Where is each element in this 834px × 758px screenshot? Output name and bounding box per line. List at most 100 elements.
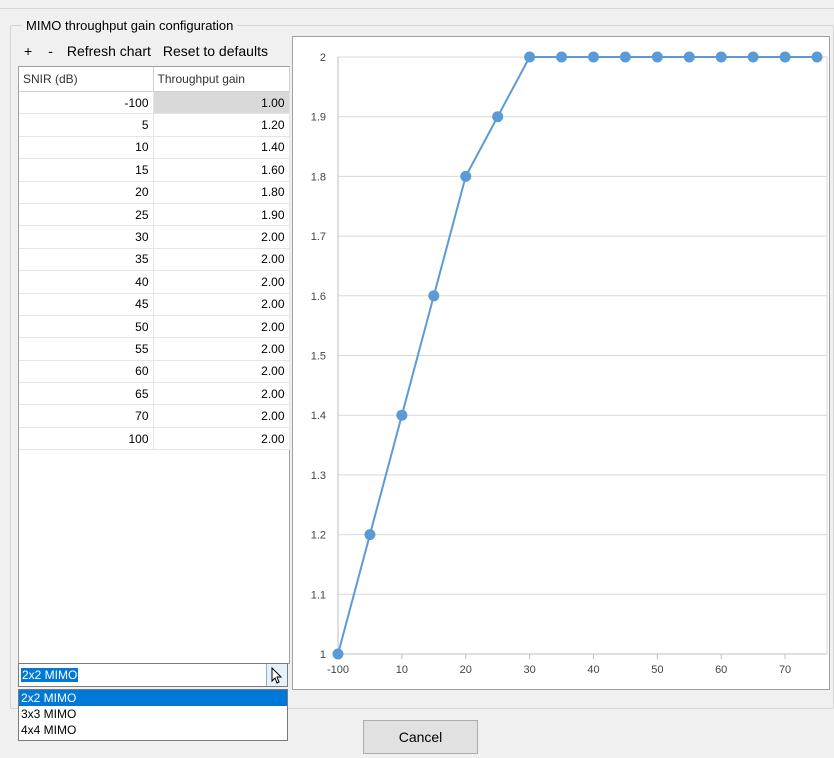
table-row[interactable]: 100 2.00 <box>19 427 290 451</box>
mimo-option-2x2[interactable]: 2x2 MIMO <box>19 690 287 706</box>
table-row[interactable]: 10 1.40 <box>19 136 290 160</box>
gain-cell[interactable]: 1.60 <box>153 158 290 182</box>
table-row[interactable]: 60 2.00 <box>19 360 290 384</box>
refresh-chart-button[interactable]: Refresh chart <box>61 41 157 61</box>
snir-cell[interactable]: 50 <box>19 315 154 339</box>
gain-chart: 1 1.1 1.2 1.3 1.4 1.5 1.6 1.7 1.8 1.9 2 -100 10 20 30 4… <box>292 36 830 690</box>
gain-cell[interactable]: 2.00 <box>153 225 290 249</box>
y-tick-label: 1.3 <box>311 470 326 482</box>
gain-table[interactable]: SNIR (dB) Throughput gain -100 1.00 5 1.20 1… <box>18 66 290 664</box>
snir-cell[interactable]: -100 <box>19 91 154 115</box>
column-header-gain[interactable]: Throughput gain <box>153 67 290 92</box>
gain-cell[interactable]: 1.20 <box>153 113 290 137</box>
gain-cell[interactable]: 2.00 <box>153 360 290 384</box>
toolbar: + - Refresh chart Reset to defaults <box>18 38 274 64</box>
snir-cell[interactable]: 65 <box>19 382 154 406</box>
mimo-dropdown-list: 2x2 MIMO 3x3 MIMO 4x4 MIMO <box>18 689 288 741</box>
x-tick-label: 10 <box>396 664 408 676</box>
gain-cell[interactable]: 2.00 <box>153 337 290 361</box>
data-point <box>587 51 599 63</box>
table-row[interactable]: 55 2.00 <box>19 337 290 361</box>
table-row[interactable]: 15 1.60 <box>19 158 290 182</box>
table-row[interactable]: 5 1.20 <box>19 113 290 137</box>
snir-cell[interactable]: 25 <box>19 203 154 227</box>
gain-cell[interactable]: 2.00 <box>153 315 290 339</box>
data-point <box>715 51 727 63</box>
data-point <box>492 111 504 123</box>
gain-cell[interactable]: 2.00 <box>153 293 290 316</box>
table-row[interactable]: 45 2.00 <box>19 293 290 316</box>
table-row[interactable]: -100 1.00 <box>19 91 290 115</box>
gain-cell[interactable]: 2.00 <box>153 270 290 294</box>
snir-cell[interactable]: 45 <box>19 293 154 316</box>
gain-cell[interactable]: 1.80 <box>153 181 290 204</box>
snir-cell[interactable]: 60 <box>19 360 154 384</box>
data-point <box>651 51 663 63</box>
y-tick-label: 1.2 <box>311 530 326 542</box>
gain-cell[interactable]: 1.00 <box>153 91 290 115</box>
reset-defaults-button[interactable]: Reset to defaults <box>157 41 274 61</box>
mimo-select[interactable]: 2x2 MIMO <box>18 663 288 687</box>
snir-cell[interactable]: 15 <box>19 158 154 182</box>
data-point <box>364 529 376 541</box>
data-point <box>811 51 823 63</box>
table-row[interactable]: 20 1.80 <box>19 181 290 204</box>
snir-cell[interactable]: 55 <box>19 337 154 361</box>
mimo-option-3x3[interactable]: 3x3 MIMO <box>19 706 287 722</box>
table-row[interactable]: 70 2.00 <box>19 404 290 428</box>
snir-cell[interactable]: 20 <box>19 181 154 204</box>
gain-cell[interactable]: 2.00 <box>153 404 290 428</box>
data-point <box>556 51 568 63</box>
y-tick-label: 1.1 <box>311 589 326 601</box>
x-tick-label: 30 <box>523 664 535 676</box>
mimo-select-value: 2x2 MIMO <box>21 668 79 682</box>
data-point <box>524 51 536 63</box>
table-row[interactable]: 65 2.00 <box>19 382 290 406</box>
x-tick-label: 20 <box>460 664 472 676</box>
add-row-button[interactable]: + <box>18 41 38 61</box>
snir-cell[interactable]: 100 <box>19 427 154 451</box>
snir-cell[interactable]: 70 <box>19 404 154 428</box>
y-tick-label: 1.8 <box>311 171 326 183</box>
data-point <box>747 51 759 63</box>
table-row[interactable]: 50 2.00 <box>19 315 290 339</box>
gain-cell[interactable]: 2.00 <box>153 382 290 406</box>
snir-cell[interactable]: 30 <box>19 225 154 249</box>
cursor-icon <box>271 666 283 684</box>
top-border <box>0 0 834 9</box>
gain-cell[interactable]: 2.00 <box>153 248 290 272</box>
table-row[interactable]: 35 2.00 <box>19 248 290 272</box>
remove-row-button[interactable]: - <box>42 41 59 61</box>
data-point <box>460 170 472 182</box>
snir-cell[interactable]: 35 <box>19 248 154 272</box>
y-tick-label: 1.7 <box>311 231 326 243</box>
table-row[interactable]: 40 2.00 <box>19 270 290 294</box>
snir-cell[interactable]: 40 <box>19 270 154 294</box>
x-tick-label: 70 <box>779 664 791 676</box>
gain-cell[interactable]: 2.00 <box>153 427 290 451</box>
snir-cell[interactable]: 10 <box>19 136 154 160</box>
data-point <box>683 51 695 63</box>
gain-cell[interactable]: 1.90 <box>153 203 290 227</box>
x-tick-label: 60 <box>715 664 727 676</box>
group-title: MIMO throughput gain configuration <box>22 18 238 33</box>
x-tick-label: 40 <box>587 664 599 676</box>
data-point <box>332 648 344 660</box>
table-row[interactable]: 30 2.00 <box>19 225 290 249</box>
column-header-snir[interactable]: SNIR (dB) <box>19 67 154 92</box>
gain-cell[interactable]: 1.40 <box>153 136 290 160</box>
y-tick-label: 2 <box>320 52 326 64</box>
mimo-option-4x4[interactable]: 4x4 MIMO <box>19 722 287 738</box>
dropdown-button[interactable] <box>266 664 287 686</box>
y-tick-label: 1.9 <box>311 112 326 124</box>
y-tick-label: 1.5 <box>311 351 326 363</box>
cancel-button[interactable]: Cancel <box>363 720 478 754</box>
y-tick-label: 1.6 <box>311 291 326 303</box>
y-tick-label: 1 <box>320 649 326 661</box>
table-row[interactable]: 25 1.90 <box>19 203 290 227</box>
data-point <box>396 409 408 421</box>
cancel-label: Cancel <box>398 729 443 745</box>
x-tick-label: -100 <box>327 664 349 676</box>
snir-cell[interactable]: 5 <box>19 113 154 137</box>
data-point <box>779 51 791 63</box>
